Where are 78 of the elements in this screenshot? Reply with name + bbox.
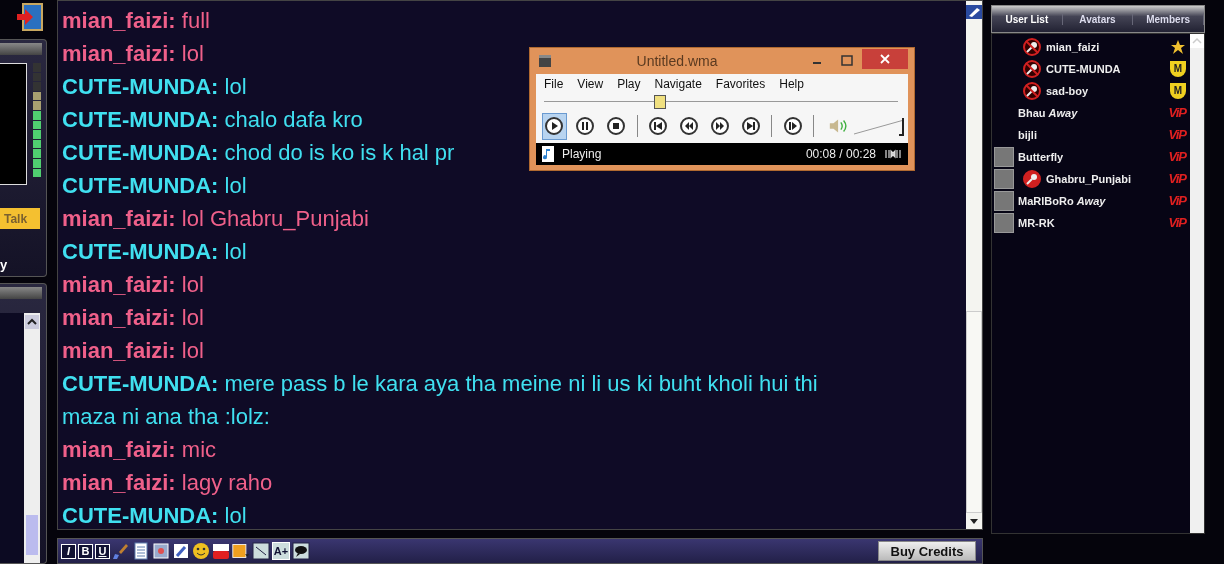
- close-icon: [880, 54, 890, 64]
- user-name[interactable]: Ghabru_Punjabi: [1046, 173, 1169, 185]
- user-name[interactable]: MaRlBoRo Away: [1018, 195, 1169, 207]
- menu-item[interactable]: Navigate: [654, 77, 702, 95]
- scroll-down-icon[interactable]: [967, 516, 981, 526]
- smiley-icon[interactable]: [192, 542, 210, 560]
- document-icon[interactable]: [132, 542, 150, 560]
- bold-button[interactable]: B: [78, 543, 93, 559]
- scrollbar[interactable]: [1190, 34, 1204, 533]
- scroll-thumb[interactable]: [26, 515, 38, 555]
- color-picker-icon[interactable]: [232, 542, 250, 560]
- window-title: Untitled.wma: [635, 53, 719, 69]
- vip-label: ViP: [1168, 193, 1186, 209]
- panel-header: [0, 287, 42, 299]
- panel-header: [0, 43, 42, 55]
- moderator-badge: M: [1170, 83, 1186, 99]
- image-icon[interactable]: [252, 542, 270, 560]
- menu-item[interactable]: Play: [617, 77, 641, 95]
- seek-slider[interactable]: [544, 95, 898, 109]
- moderator-badge: M: [1170, 61, 1186, 77]
- chat-message: CUTE-MUNDA: lol: [62, 73, 247, 101]
- chat-message: mian_faizi: full: [62, 7, 210, 35]
- vip-label: ViP: [1168, 127, 1186, 143]
- menu-item[interactable]: File: [544, 77, 564, 95]
- volume-slider[interactable]: [854, 116, 902, 136]
- chat-message: mian_faizi: lol: [62, 337, 204, 365]
- font-size-button[interactable]: A+: [272, 542, 290, 560]
- switch-view-icon[interactable]: [884, 147, 902, 161]
- vip-label: ViP: [1168, 149, 1186, 165]
- chat-message: CUTE-MUNDA: chalo dafa kro: [62, 106, 363, 134]
- exit-door-icon[interactable]: [15, 3, 43, 31]
- vip-label: ViP: [1168, 215, 1186, 231]
- scrollbar[interactable]: [966, 1, 982, 529]
- music-note-icon: [542, 146, 554, 162]
- brush-icon[interactable]: [112, 542, 130, 560]
- chat-message: mian_faizi: mic: [62, 436, 217, 464]
- user-name[interactable]: mian_faizi: [1046, 41, 1170, 53]
- user-name[interactable]: Butterfly: [1018, 151, 1169, 163]
- user-name[interactable]: sad-boy: [1046, 85, 1170, 97]
- play-button[interactable]: [542, 112, 567, 140]
- menu-item[interactable]: View: [577, 77, 604, 95]
- talk-button[interactable]: Talk: [0, 208, 40, 229]
- panel-text: y: [0, 257, 9, 272]
- scroll-up-icon[interactable]: [25, 315, 39, 329]
- chat-message: mian_faizi: lol: [62, 271, 204, 299]
- picture-icon[interactable]: [152, 542, 170, 560]
- chat-message: CUTE-MUNDA: mere pass b le kara aya tha meine ni li us ki buht kholi hui thi maza ni ana tha :lolz:: [62, 370, 819, 431]
- user-name[interactable]: bijli: [1018, 129, 1169, 141]
- chat-message: CUTE-MUNDA: lol: [62, 172, 247, 200]
- tab[interactable]: User List: [992, 13, 1063, 25]
- playback-status: Playing: [562, 147, 602, 161]
- pen-icon[interactable]: [172, 542, 190, 560]
- underline-button[interactable]: U: [95, 543, 110, 559]
- close-button[interactable]: [862, 49, 908, 69]
- user-name[interactable]: Bhau Away: [1018, 107, 1169, 119]
- chat-message: CUTE-MUNDA: lol: [62, 502, 247, 530]
- chat-message: CUTE-MUNDA: lol: [62, 238, 247, 266]
- scrollbar[interactable]: [24, 313, 40, 563]
- tab[interactable]: Members: [1133, 13, 1204, 25]
- chat-message: mian_faizi: lol: [62, 304, 204, 332]
- chat-message: mian_faizi: lagy raho: [62, 469, 273, 497]
- film-clapper-icon: [538, 54, 552, 68]
- tab[interactable]: Avatars: [1062, 13, 1134, 25]
- italic-button[interactable]: I: [61, 543, 76, 559]
- speech-bubble-icon[interactable]: [292, 542, 310, 560]
- user-name[interactable]: MR-RK: [1018, 217, 1169, 229]
- chat-message: mian_faizi: lol Ghabru_Punjabi: [62, 205, 369, 233]
- menu-item[interactable]: Favorites: [715, 77, 766, 95]
- video-icon[interactable]: [212, 542, 230, 560]
- pen-icon[interactable]: [966, 5, 982, 19]
- menu-item[interactable]: Help: [779, 77, 804, 95]
- chat-message: CUTE-MUNDA: chod do is ko is k hal pr: [62, 139, 455, 167]
- vip-label: ViP: [1168, 105, 1186, 121]
- user-name[interactable]: CUTE-MUNDA: [1046, 63, 1170, 75]
- playback-time: 00:08 / 00:28: [805, 147, 876, 161]
- buy-credits-button[interactable]: Buy Credits: [878, 541, 976, 561]
- chat-message: mian_faizi: lol: [62, 40, 204, 68]
- vip-label: ViP: [1168, 171, 1186, 187]
